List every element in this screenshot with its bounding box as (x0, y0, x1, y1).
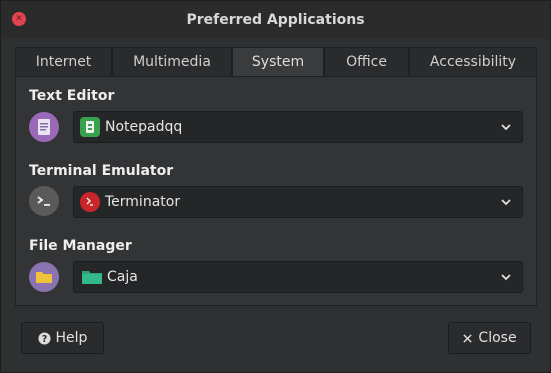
close-button[interactable]: Close (448, 322, 531, 354)
file-manager-label: File Manager (29, 238, 132, 254)
tab-bar: Internet Multimedia System Office Access… (15, 47, 537, 76)
preferred-applications-window: ✕ Preferred Applications Internet Multim… (0, 0, 551, 373)
help-icon: ? (37, 331, 51, 345)
chevron-down-icon (501, 274, 511, 281)
system-panel: Text Editor Notepadqq Terminal Emulator … (15, 76, 537, 306)
tab-internet[interactable]: Internet (15, 47, 112, 76)
file-manager-select[interactable]: Caja (73, 261, 523, 293)
terminal-emulator-value: Terminator (105, 194, 181, 210)
notepadqq-icon (80, 117, 100, 137)
folder-icon (29, 262, 59, 292)
chevron-down-icon (501, 199, 511, 206)
terminal-emulator-select[interactable]: Terminator (73, 186, 523, 218)
window-title: Preferred Applications (186, 12, 365, 28)
svg-text:?: ? (41, 333, 46, 344)
caja-icon (80, 267, 104, 287)
terminator-icon (80, 192, 100, 212)
tab-system[interactable]: System (232, 47, 324, 76)
file-manager-value: Caja (107, 269, 138, 285)
close-x-icon: ✕ (15, 13, 23, 24)
close-icon (462, 333, 473, 344)
titlebar: ✕ Preferred Applications (1, 1, 550, 39)
terminal-icon (29, 186, 59, 216)
help-label: Help (55, 330, 88, 346)
window-close-button[interactable]: ✕ (12, 12, 26, 26)
text-editor-select[interactable]: Notepadqq (73, 111, 523, 143)
chevron-down-icon (501, 124, 511, 131)
text-editor-icon (29, 112, 59, 142)
tab-multimedia[interactable]: Multimedia (112, 47, 232, 76)
close-label: Close (478, 330, 517, 346)
terminal-emulator-label: Terminal Emulator (29, 163, 174, 179)
tab-accessibility[interactable]: Accessibility (409, 47, 537, 76)
help-button[interactable]: ? Help (21, 322, 104, 354)
tab-office[interactable]: Office (324, 47, 409, 76)
text-editor-label: Text Editor (29, 88, 115, 104)
text-editor-value: Notepadqq (105, 119, 183, 135)
